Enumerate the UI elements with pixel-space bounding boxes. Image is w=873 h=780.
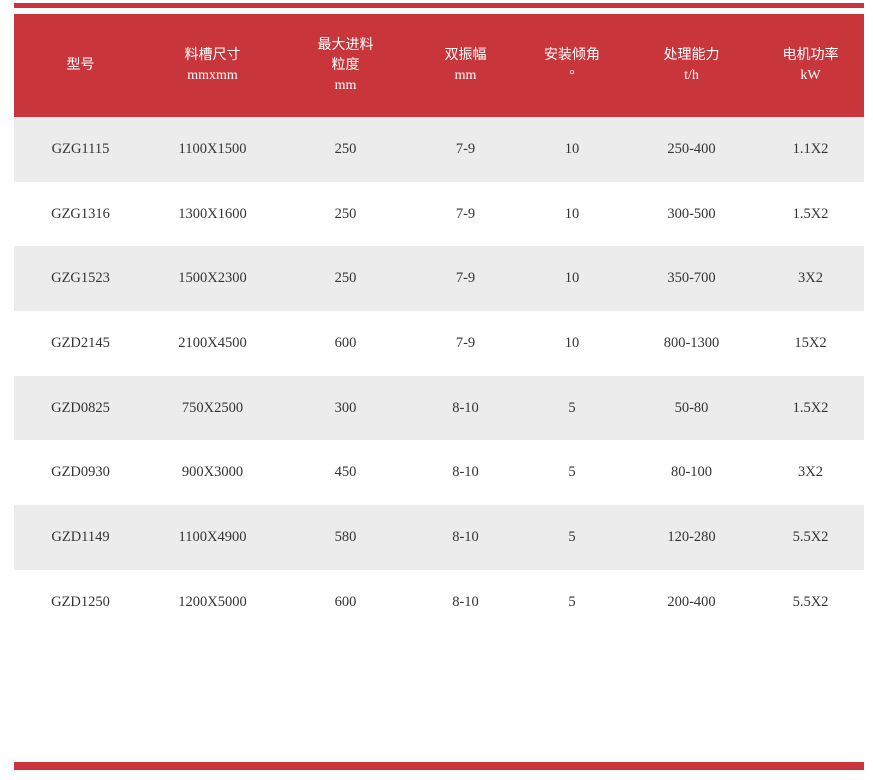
cell-model: GZD0930 [14, 440, 147, 506]
cell-capacity: 800-1300 [626, 311, 757, 376]
table-row: GZD0825 750X2500 300 8-10 5 50-80 1.5X2 [14, 375, 864, 441]
header-trough-size: 料槽尺寸 mmxmm [147, 14, 278, 117]
cell-install-angle: 10 [518, 246, 626, 312]
cell-capacity: 200-400 [626, 569, 757, 635]
cell-double-amplitude: 7-9 [413, 117, 518, 182]
cell-max-feed-size: 250 [278, 117, 413, 182]
cell-capacity: 350-700 [626, 246, 757, 312]
table-row: GZD1250 1200X5000 600 8-10 5 200-400 5.5… [14, 569, 864, 635]
cell-model: GZG1316 [14, 181, 147, 247]
cell-trough-size: 1100X1500 [147, 117, 278, 182]
cell-trough-size: 750X2500 [147, 375, 278, 441]
cell-trough-size: 1100X4900 [147, 505, 278, 570]
cell-motor-power: 1.1X2 [757, 117, 864, 182]
top-divider [14, 3, 864, 8]
cell-install-angle: 5 [518, 440, 626, 506]
cell-install-angle: 5 [518, 375, 626, 441]
cell-double-amplitude: 7-9 [413, 181, 518, 247]
cell-max-feed-size: 600 [278, 569, 413, 635]
cell-install-angle: 10 [518, 311, 626, 376]
cell-trough-size: 1500X2300 [147, 246, 278, 312]
cell-double-amplitude: 8-10 [413, 440, 518, 506]
cell-double-amplitude: 7-9 [413, 246, 518, 312]
bottom-divider [14, 762, 864, 770]
cell-max-feed-size: 600 [278, 311, 413, 376]
cell-model: GZD1250 [14, 569, 147, 635]
header-max-feed-size: 最大进料 粒度 mm [278, 14, 413, 117]
cell-model: GZD1149 [14, 505, 147, 570]
cell-install-angle: 5 [518, 505, 626, 570]
cell-install-angle: 10 [518, 181, 626, 247]
cell-motor-power: 5.5X2 [757, 569, 864, 635]
cell-max-feed-size: 250 [278, 246, 413, 312]
cell-install-angle: 5 [518, 569, 626, 635]
cell-model: GZD0825 [14, 375, 147, 441]
spec-table: 型号 料槽尺寸 mmxmm 最大进料 粒度 mm 双振幅 mm 安装倾角 ° 处… [14, 14, 864, 635]
table-row: GZD1149 1100X4900 580 8-10 5 120-280 5.5… [14, 505, 864, 570]
cell-double-amplitude: 7-9 [413, 311, 518, 376]
cell-model: GZG1523 [14, 246, 147, 312]
cell-max-feed-size: 250 [278, 181, 413, 247]
cell-max-feed-size: 580 [278, 505, 413, 570]
cell-max-feed-size: 300 [278, 375, 413, 441]
table-row: GZG1115 1100X1500 250 7-9 10 250-400 1.1… [14, 117, 864, 182]
cell-capacity: 120-280 [626, 505, 757, 570]
cell-motor-power: 1.5X2 [757, 375, 864, 441]
header-capacity: 处理能力 t/h [626, 14, 757, 117]
cell-max-feed-size: 450 [278, 440, 413, 506]
header-motor-power: 电机功率 kW [757, 14, 864, 117]
header-row: 型号 料槽尺寸 mmxmm 最大进料 粒度 mm 双振幅 mm 安装倾角 ° 处… [14, 14, 864, 117]
header-double-amplitude: 双振幅 mm [413, 14, 518, 117]
cell-trough-size: 900X3000 [147, 440, 278, 506]
cell-double-amplitude: 8-10 [413, 375, 518, 441]
cell-double-amplitude: 8-10 [413, 505, 518, 570]
cell-double-amplitude: 8-10 [413, 569, 518, 635]
cell-motor-power: 15X2 [757, 311, 864, 376]
table-row: GZD2145 2100X4500 600 7-9 10 800-1300 15… [14, 311, 864, 376]
cell-trough-size: 1300X1600 [147, 181, 278, 247]
table-row: GZG1316 1300X1600 250 7-9 10 300-500 1.5… [14, 181, 864, 247]
cell-motor-power: 3X2 [757, 440, 864, 506]
cell-capacity: 50-80 [626, 375, 757, 441]
table-row: GZD0930 900X3000 450 8-10 5 80-100 3X2 [14, 440, 864, 506]
cell-install-angle: 10 [518, 117, 626, 182]
cell-capacity: 300-500 [626, 181, 757, 247]
cell-capacity: 250-400 [626, 117, 757, 182]
cell-motor-power: 1.5X2 [757, 181, 864, 247]
cell-trough-size: 1200X5000 [147, 569, 278, 635]
cell-motor-power: 3X2 [757, 246, 864, 312]
cell-model: GZD2145 [14, 311, 147, 376]
cell-trough-size: 2100X4500 [147, 311, 278, 376]
cell-model: GZG1115 [14, 117, 147, 182]
header-model: 型号 [14, 14, 147, 117]
table-row: GZG1523 1500X2300 250 7-9 10 350-700 3X2 [14, 246, 864, 312]
cell-capacity: 80-100 [626, 440, 757, 506]
header-install-angle: 安装倾角 ° [518, 14, 626, 117]
cell-motor-power: 5.5X2 [757, 505, 864, 570]
